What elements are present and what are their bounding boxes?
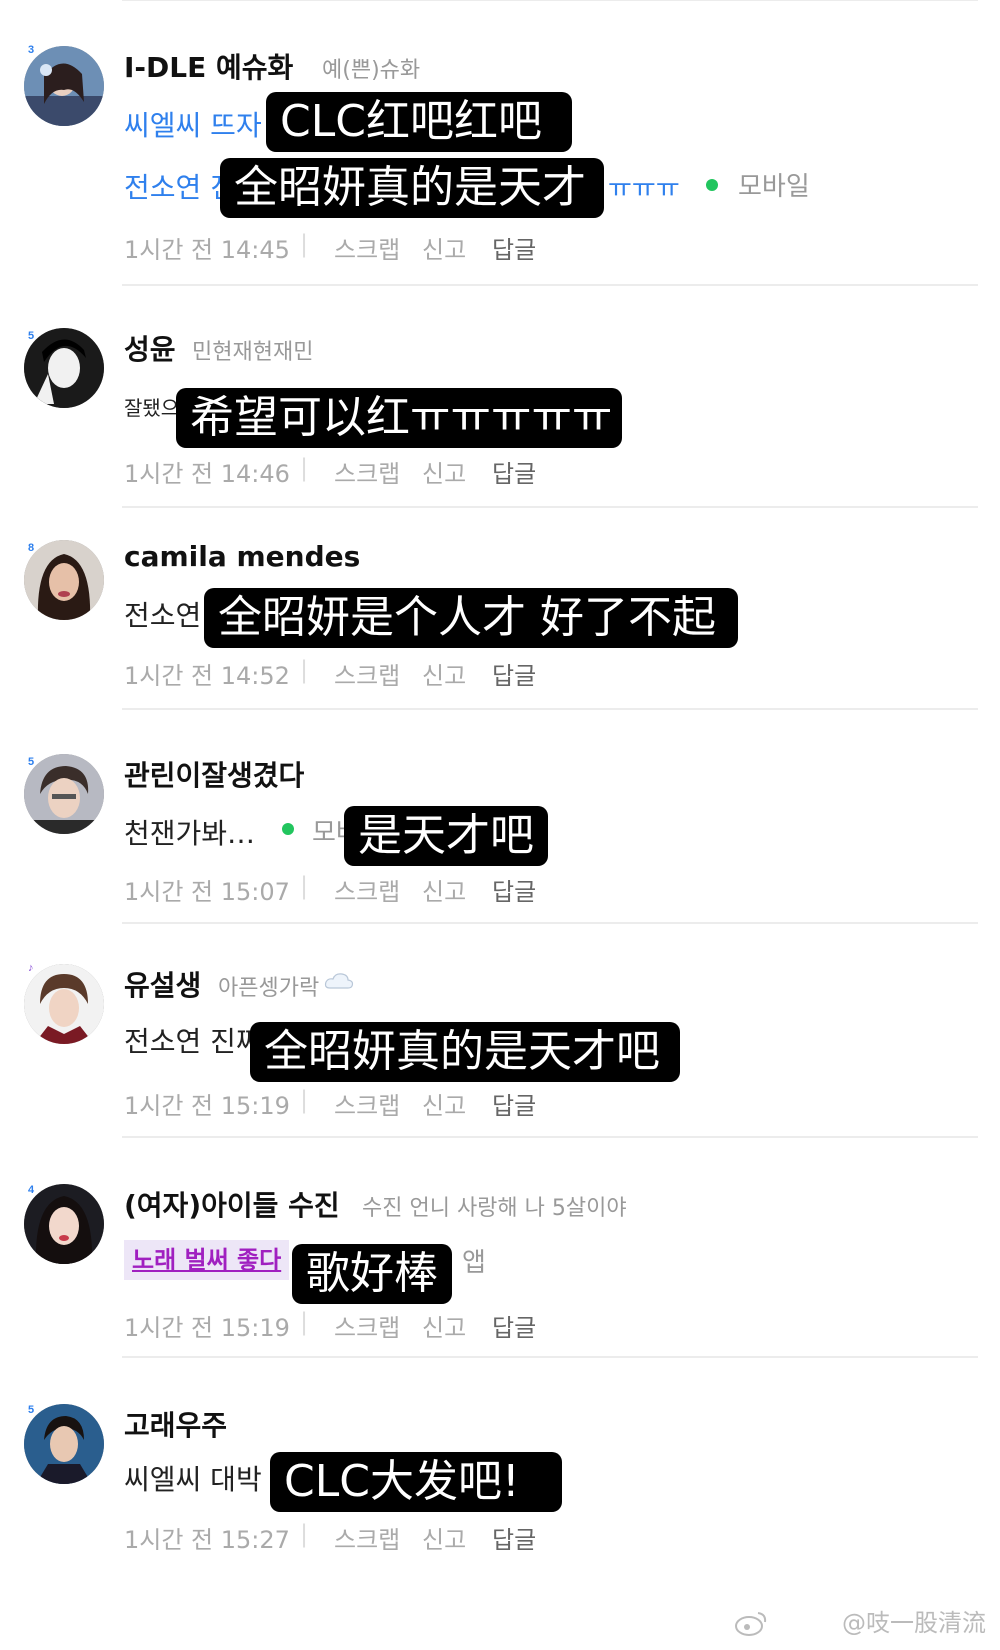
- report-button[interactable]: 신고: [422, 1308, 466, 1343]
- comment-text: 전소연 진짜: [124, 1025, 262, 1058]
- meta-separator: |: [300, 1086, 309, 1114]
- reply-button[interactable]: 답글: [492, 454, 536, 489]
- timestamp: 1시간 전 15:19: [124, 1314, 290, 1342]
- level-badge: 3: [28, 44, 35, 56]
- comment-text: 천잰가봐…: [124, 817, 256, 850]
- meta-separator: |: [300, 656, 309, 684]
- avatar[interactable]: [24, 46, 104, 126]
- avatar[interactable]: [24, 540, 104, 620]
- level-badge: 5: [28, 330, 35, 342]
- meta-separator: |: [300, 230, 309, 258]
- meta-separator: |: [300, 1308, 309, 1336]
- author-name[interactable]: 관린이잘생겼다: [124, 754, 304, 794]
- author-name[interactable]: 성윤: [124, 328, 176, 368]
- subtitle-overlay: 全昭妍真的是天才: [220, 158, 604, 218]
- subtitle-overlay: 希望可以红ㅠㅠㅠㅠㅠ: [176, 388, 622, 448]
- comment-text: 전소연: [124, 599, 202, 632]
- scrap-button[interactable]: 스크랩: [334, 656, 400, 691]
- avatar[interactable]: [24, 1404, 104, 1484]
- subtitle-overlay: CLC大发吧!: [270, 1452, 562, 1512]
- reply-button[interactable]: 답글: [492, 656, 536, 691]
- subtitle-overlay: 是天才吧: [344, 806, 548, 866]
- divider: [122, 506, 978, 508]
- divider: [122, 922, 978, 924]
- timestamp: 1시간 전 15:19: [124, 1092, 290, 1120]
- author-nickname: 수진 언니 사랑해 나 5살이야: [362, 1196, 627, 1221]
- cloud-icon: [324, 972, 354, 990]
- level-badge: 4: [28, 1184, 35, 1196]
- author-name[interactable]: I-DLE 예슈화: [124, 46, 293, 86]
- meta-separator: |: [300, 1520, 309, 1548]
- reply-button[interactable]: 답글: [492, 1308, 536, 1343]
- divider: [122, 284, 978, 286]
- reply-button[interactable]: 답글: [492, 872, 536, 907]
- scrap-button[interactable]: 스크랩: [334, 1520, 400, 1555]
- author-nickname: 아픈셍가락: [218, 976, 320, 1001]
- author-nickname: 예(쁜)슈화: [322, 58, 421, 83]
- avatar[interactable]: [24, 1184, 104, 1264]
- avatar[interactable]: [24, 328, 104, 408]
- report-button[interactable]: 신고: [422, 872, 466, 907]
- divider: [122, 1136, 978, 1138]
- sticker-link[interactable]: 노래 벌써 좋다: [124, 1240, 290, 1280]
- author-name[interactable]: 고래우주: [124, 1404, 227, 1444]
- level-badge: 5: [28, 1404, 35, 1416]
- comment-text: 씨엘씨 뜨자: [124, 109, 262, 142]
- divider: [122, 0, 978, 1]
- report-button[interactable]: 신고: [422, 1520, 466, 1555]
- weibo-logo-icon: [734, 1610, 768, 1636]
- level-badge: 5: [28, 756, 35, 768]
- meta-separator: |: [300, 872, 309, 900]
- subtitle-overlay: 全昭妍真的是天才吧: [250, 1022, 680, 1082]
- divider: [122, 1356, 978, 1358]
- level-badge: 8: [28, 542, 35, 554]
- scrap-button[interactable]: 스크랩: [334, 1086, 400, 1121]
- author-name[interactable]: 유설생: [124, 964, 201, 1004]
- timestamp: 1시간 전 14:45: [124, 236, 290, 264]
- scrap-button[interactable]: 스크랩: [334, 1308, 400, 1343]
- reply-button[interactable]: 답글: [492, 1520, 536, 1555]
- report-button[interactable]: 신고: [422, 1086, 466, 1121]
- timestamp: 1시간 전 14:46: [124, 460, 290, 488]
- reply-button[interactable]: 답글: [492, 230, 536, 265]
- level-badge: ♪: [28, 962, 34, 974]
- meta-separator: |: [300, 454, 309, 482]
- online-dot: [706, 179, 718, 191]
- avatar[interactable]: [24, 964, 104, 1044]
- comment-text: 씨엘씨 대박: [124, 1463, 262, 1496]
- report-button[interactable]: 신고: [422, 454, 466, 489]
- author-name[interactable]: (여자)아이들 수진: [124, 1184, 340, 1224]
- divider: [122, 708, 978, 710]
- report-button[interactable]: 신고: [422, 230, 466, 265]
- online-dot: [282, 823, 294, 835]
- watermark: @吱一股清流: [842, 1609, 986, 1637]
- subtitle-overlay: CLC红吧红吧: [266, 92, 572, 152]
- avatar[interactable]: [24, 754, 104, 834]
- device-label: 앱: [462, 1248, 486, 1278]
- author-nickname: 민현재현재민: [192, 340, 314, 365]
- subtitle-overlay: 全昭妍是个人才 好了不起: [204, 588, 738, 648]
- device-label: 모바일: [738, 172, 810, 202]
- scrap-button[interactable]: 스크랩: [334, 872, 400, 907]
- scrap-button[interactable]: 스크랩: [334, 230, 400, 265]
- subtitle-overlay: 歌好棒: [292, 1244, 452, 1304]
- comment-text: 잘됐으: [124, 396, 180, 420]
- author-name[interactable]: camila mendes: [124, 540, 360, 573]
- timestamp: 1시간 전 15:27: [124, 1526, 290, 1554]
- scrap-button[interactable]: 스크랩: [334, 454, 400, 489]
- reply-button[interactable]: 답글: [492, 1086, 536, 1121]
- report-button[interactable]: 신고: [422, 656, 466, 691]
- timestamp: 1시간 전 15:07: [124, 878, 290, 906]
- comment-text-tail: ㅠㅠㅠ: [608, 174, 680, 204]
- timestamp: 1시간 전 14:52: [124, 662, 290, 690]
